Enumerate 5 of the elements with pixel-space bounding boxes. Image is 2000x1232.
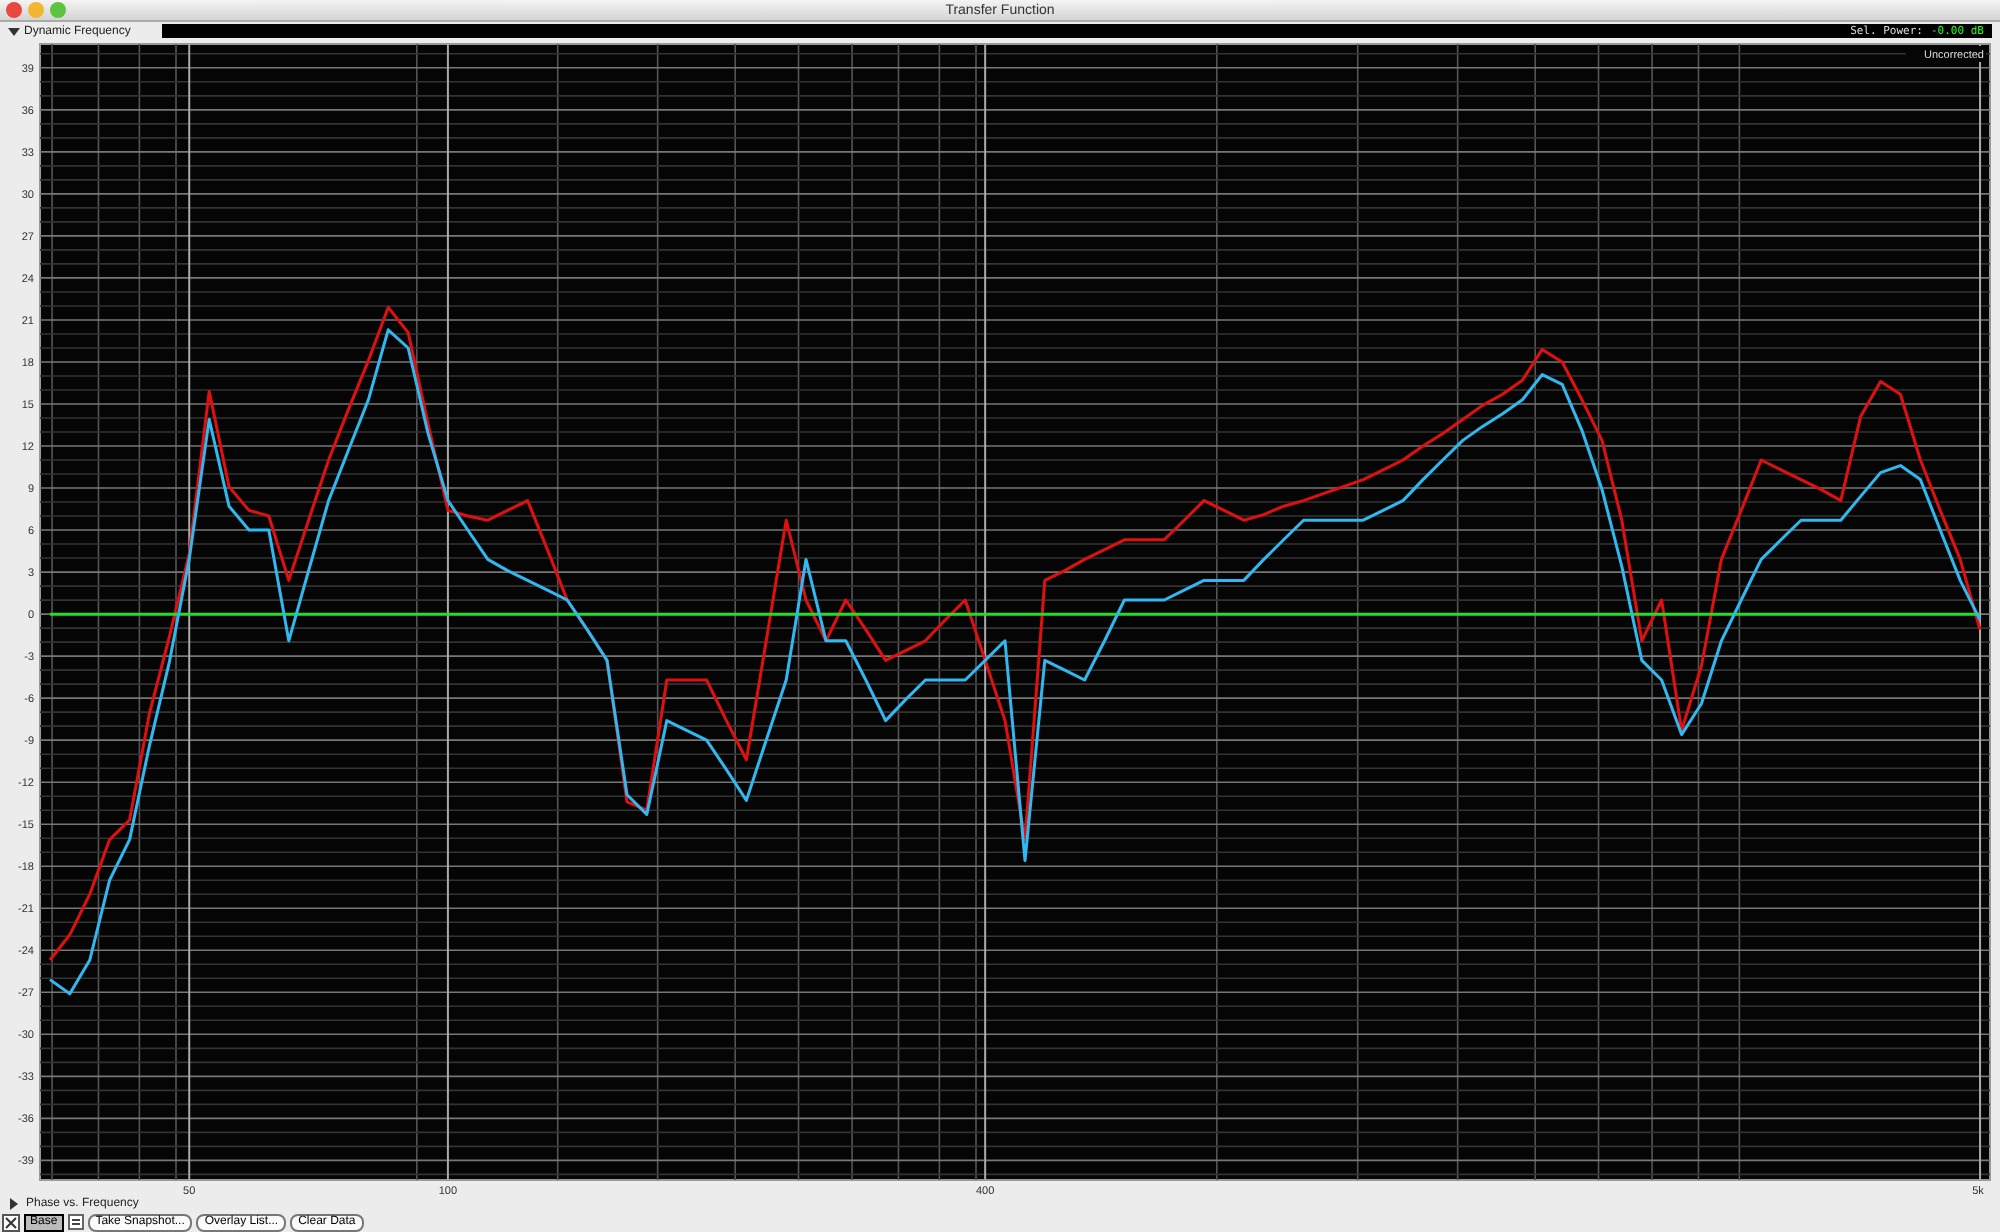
disclosure-triangle-icon[interactable] — [8, 25, 20, 37]
close-icon[interactable] — [2, 1213, 20, 1231]
disclosure-triangle-icon[interactable] — [8, 1198, 20, 1210]
list-icon[interactable] — [67, 1214, 84, 1230]
close-button[interactable] — [6, 2, 22, 18]
